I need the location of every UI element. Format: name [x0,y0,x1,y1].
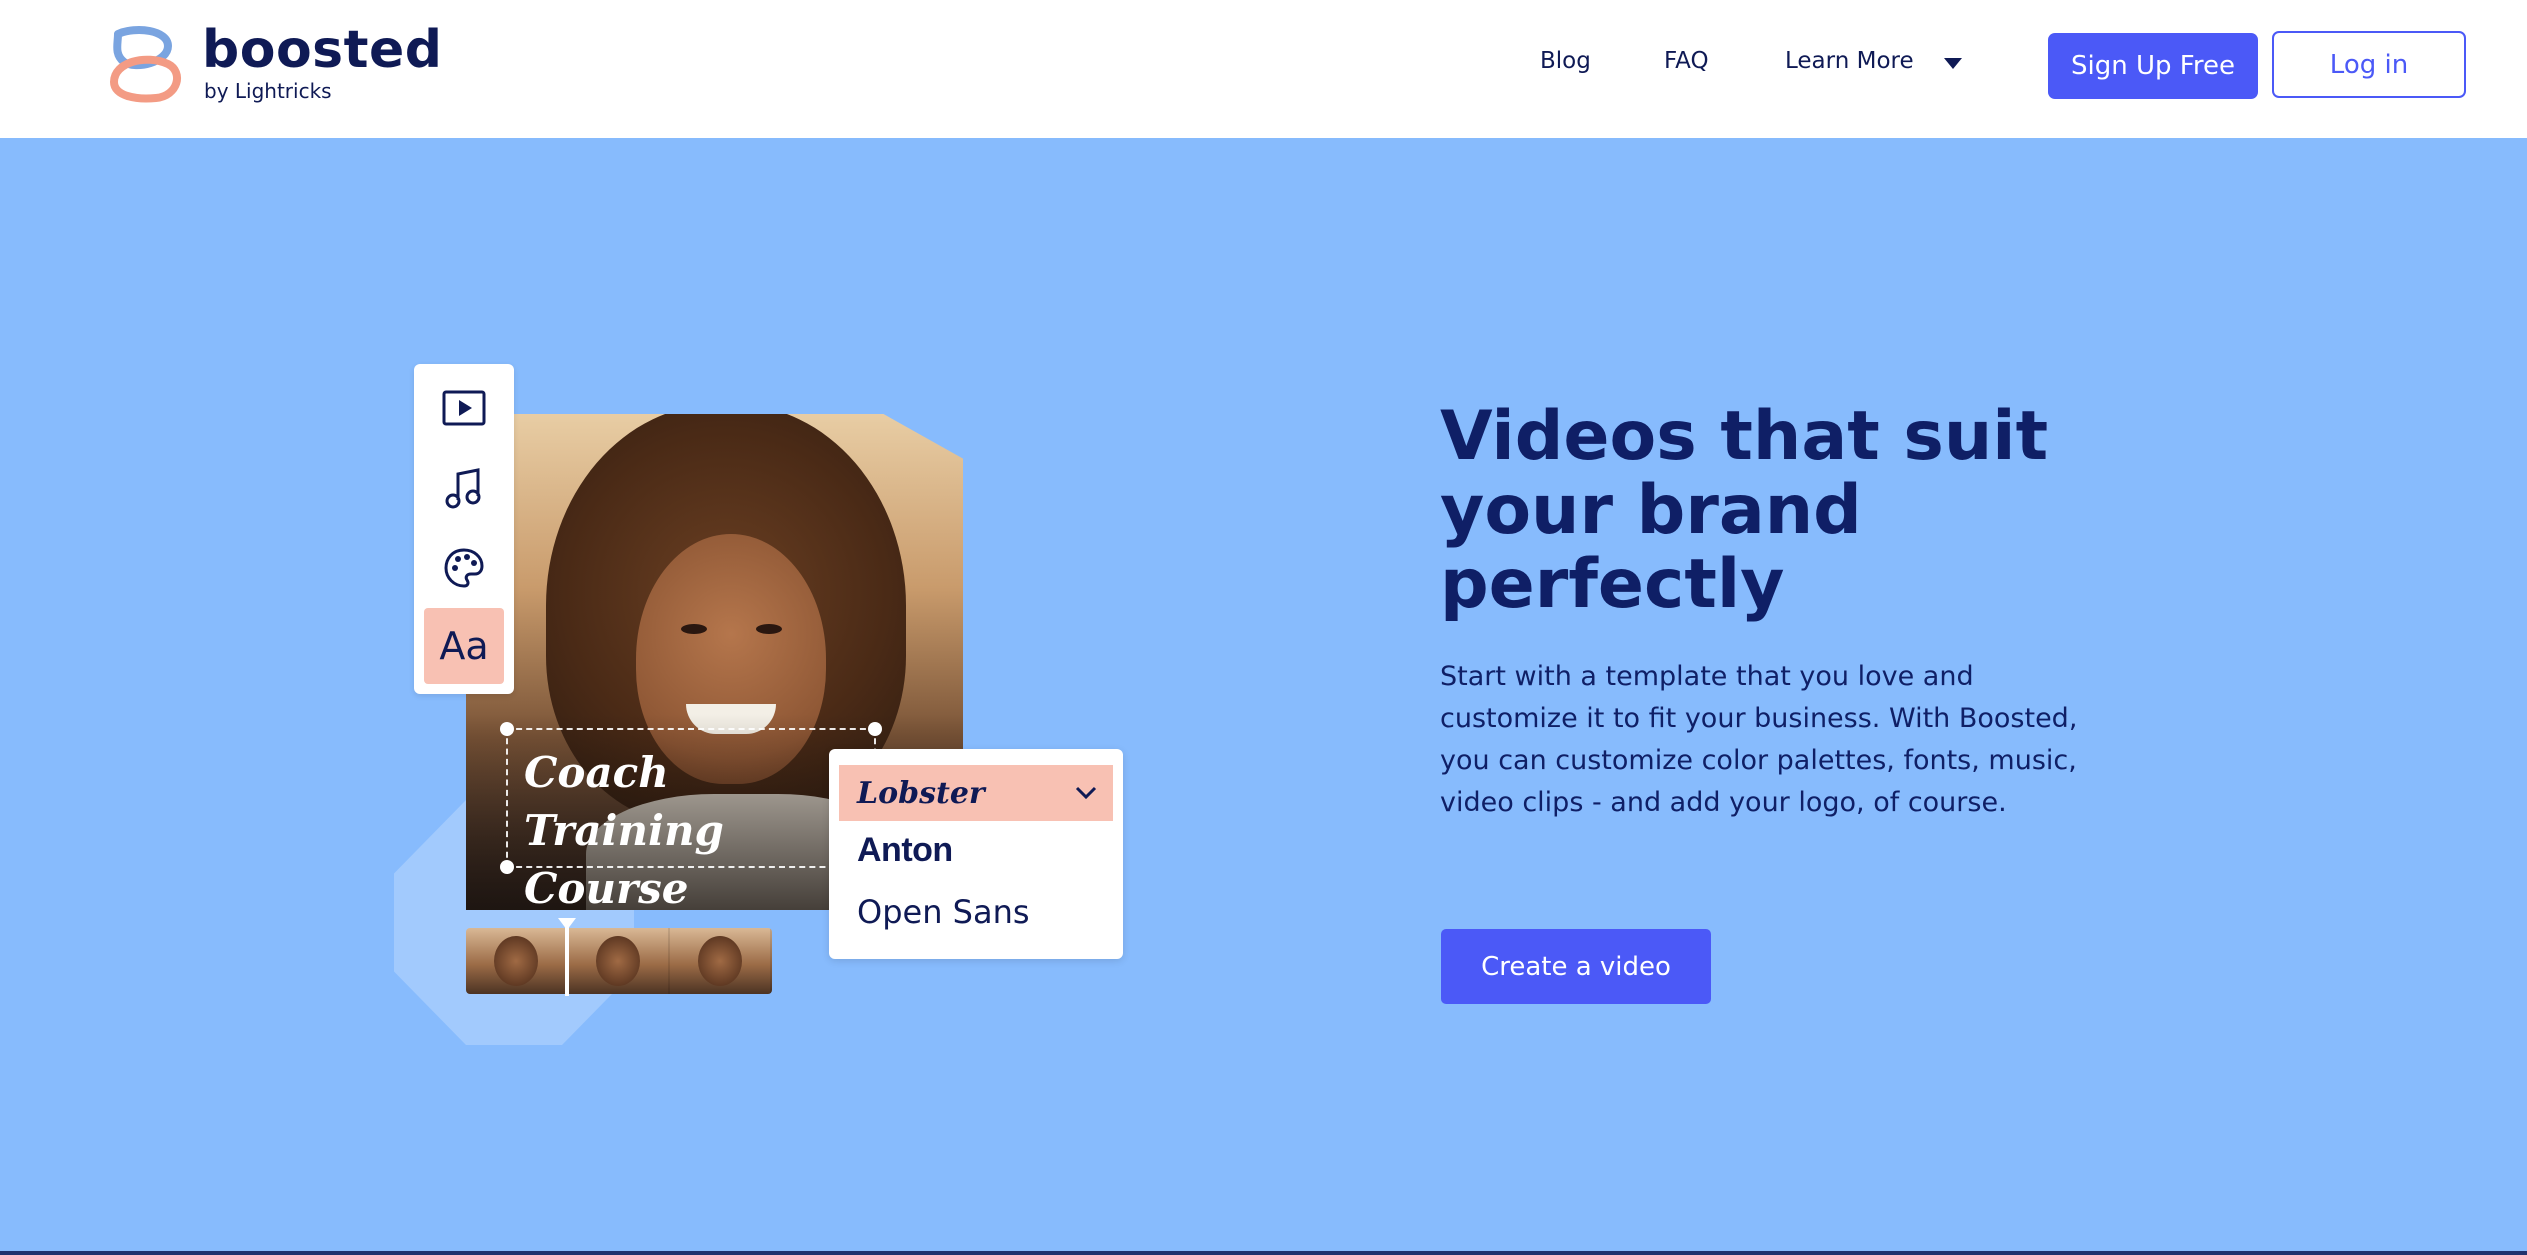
text-font-icon[interactable]: Aa [424,608,504,684]
timeline-frame [670,928,772,994]
font-picker: Lobster Anton Open Sans [829,749,1123,959]
caption-line-1: Coach Training [524,748,724,855]
editor-toolbar: Aa [414,364,514,694]
learn-more-label: Learn More [1785,48,1914,74]
nav-learn-more-dropdown[interactable]: Learn More [1785,48,1962,74]
sign-up-button[interactable]: Sign Up Free [2048,33,2258,99]
caption-text: Coach Training Course [524,744,874,918]
caption-line-2: Course [524,864,689,913]
logo-wordmark: boosted [202,20,443,80]
font-option-open-sans[interactable]: Open Sans [857,893,1030,931]
play-video-icon[interactable] [424,370,504,446]
log-in-button[interactable]: Log in [2272,31,2466,98]
resize-handle[interactable] [500,722,514,736]
site-header: boosted by Lightricks Blog FAQ Learn Mor… [0,0,2527,138]
boosted-logo[interactable]: boosted by Lightricks [106,20,442,108]
section-divider [0,1251,2527,1255]
palette-icon[interactable] [424,530,504,606]
hero-title: Videos that suit your brand perfectly [1440,397,2049,624]
font-option-anton[interactable]: Anton [857,831,953,870]
timeline-frame [568,928,670,994]
hero-description: Start with a template that you love and … [1440,661,2078,818]
create-video-button[interactable]: Create a video [1441,929,1711,1004]
video-timeline[interactable] [466,928,772,994]
logo-tagline: by Lightricks [204,79,332,103]
font-selected-label: Lobster [857,775,985,811]
music-note-icon[interactable] [424,450,504,526]
nav-faq-link[interactable]: FAQ [1664,48,1709,74]
timeline-frame [466,928,568,994]
caret-down-icon [1943,57,1962,69]
nav-blog-link[interactable]: Blog [1540,48,1591,74]
font-select-dropdown[interactable]: Lobster [839,765,1113,821]
resize-handle[interactable] [868,722,882,736]
chevron-down-icon [1075,786,1097,800]
timeline-playhead[interactable] [558,918,576,996]
resize-handle[interactable] [500,860,514,874]
caption-text-box[interactable]: Coach Training Course [500,722,882,913]
boosted-logo-icon [110,26,181,103]
